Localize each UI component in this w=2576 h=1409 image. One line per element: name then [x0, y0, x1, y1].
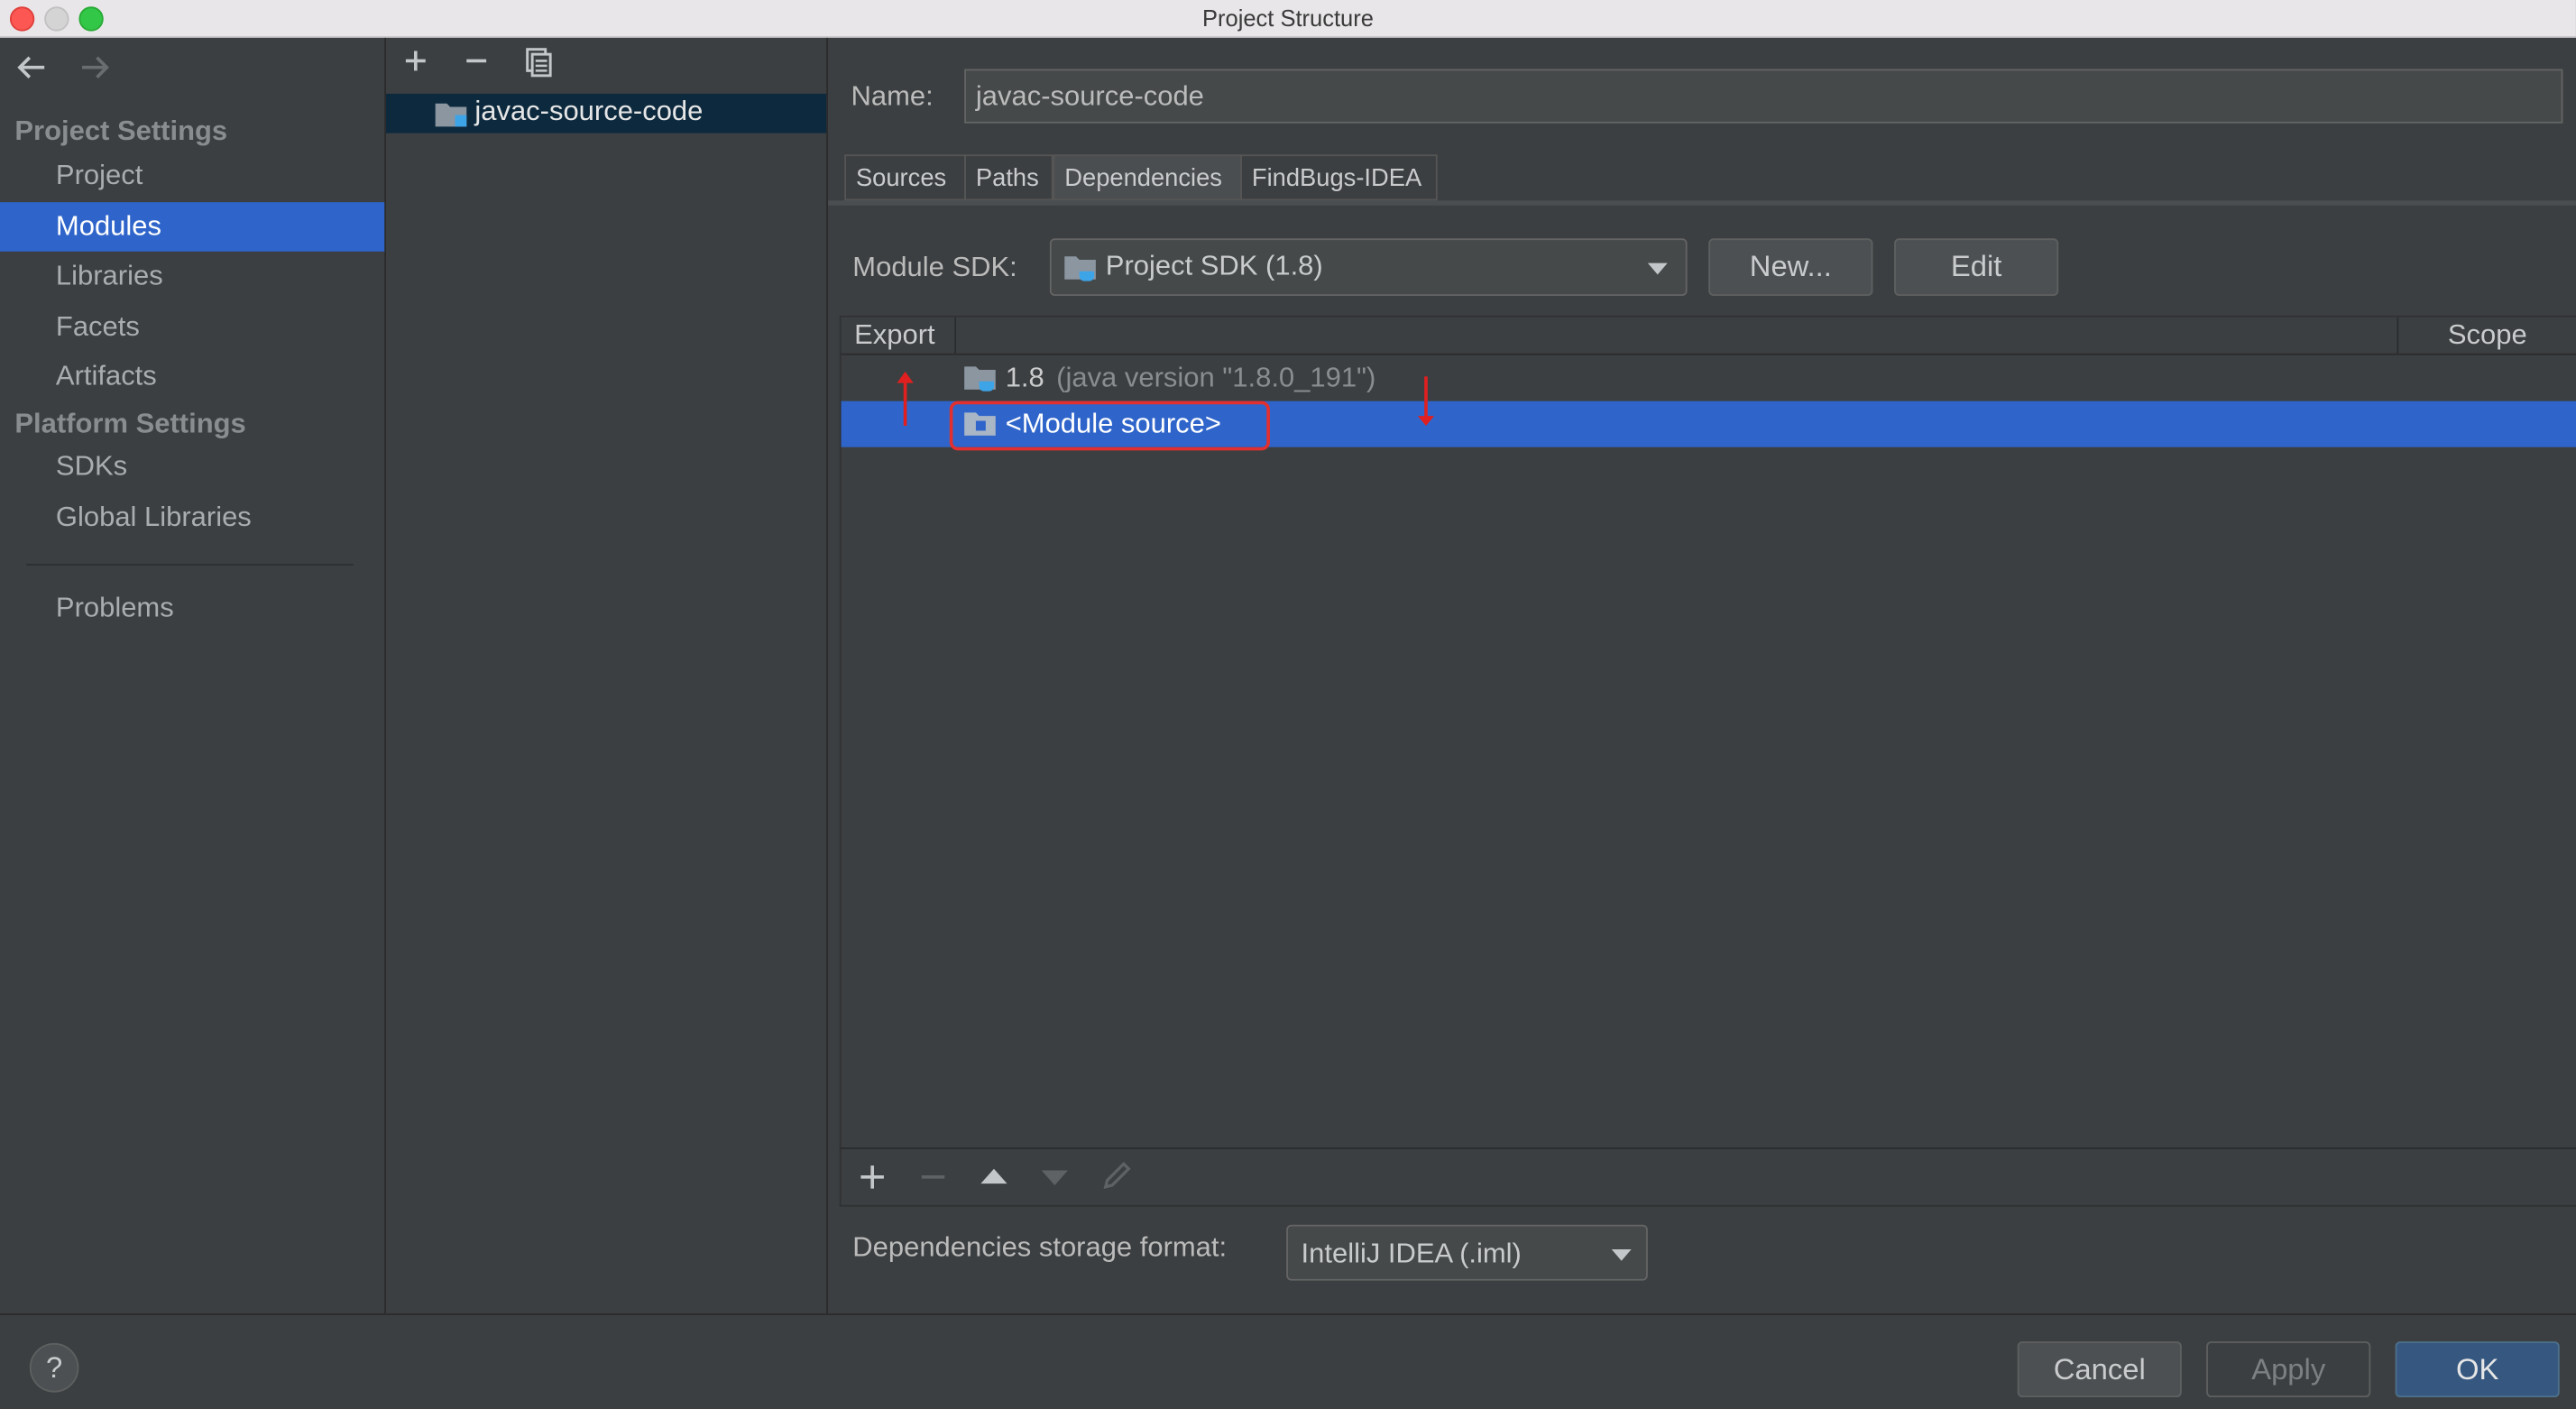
tree-item-label: javac-source-code [474, 95, 704, 127]
dependencies-toolbar [839, 1147, 2576, 1207]
nav-item-project[interactable]: Project [0, 152, 384, 201]
table-header: Export Scope [841, 317, 2576, 355]
column-export[interactable]: Export [854, 319, 935, 352]
copy-module-button[interactable] [524, 46, 554, 78]
storage-format-label: Dependencies storage format: [852, 1230, 1228, 1263]
move-up-button[interactable] [980, 1165, 1009, 1189]
sdk-folder-icon [962, 362, 998, 394]
edit-dependency-button[interactable] [1102, 1161, 1132, 1191]
platform-settings-header: Platform Settings [14, 407, 246, 439]
dependencies-table: Export Scope 1.8 (java version "1.8.0_19… [839, 315, 2576, 1151]
arrow-left-icon [17, 56, 45, 78]
column-scope[interactable]: Scope [2448, 319, 2527, 352]
nav-item-global-libraries[interactable]: Global Libraries [0, 493, 384, 543]
tabs-underline [827, 200, 2576, 206]
project-settings-header: Project Settings [14, 115, 228, 147]
plus-icon [405, 51, 426, 71]
ok-button[interactable]: OK [2395, 1341, 2560, 1398]
column-divider [2397, 317, 2399, 354]
row-name: 1.8 [1005, 361, 1044, 393]
add-module-button[interactable] [400, 46, 430, 76]
pencil-icon [1103, 1161, 1131, 1190]
annotation-arrow-up [903, 378, 907, 427]
copy-icon [526, 48, 552, 78]
window-title: Project Structure [1202, 5, 1374, 32]
help-button[interactable]: ? [29, 1342, 79, 1393]
nav-item-modules[interactable]: Modules [0, 202, 385, 252]
arrow-right-icon [82, 56, 109, 78]
nav-item-facets[interactable]: Facets [0, 302, 384, 352]
storage-format-value: IntelliJ IDEA (.iml) [1301, 1238, 1522, 1269]
annotation-arrow-down [1424, 376, 1428, 419]
sdk-value: Project SDK (1.8) [1105, 250, 1323, 281]
name-label: Name: [851, 80, 934, 112]
column-divider [954, 317, 957, 354]
table-row[interactable]: 1.8 (java version "1.8.0_191") [842, 355, 2576, 401]
annotation-highlight-box [949, 401, 1270, 451]
nav-item-artifacts[interactable]: Artifacts [0, 352, 384, 401]
title-bar: Project Structure [0, 0, 2576, 38]
module-sdk-label: Module SDK: [852, 251, 1017, 283]
settings-sidebar: Project Settings Project Modules Librari… [0, 37, 387, 1314]
tree-item-module[interactable]: javac-source-code [386, 93, 827, 134]
tab-dependencies[interactable]: Dependencies [1053, 154, 1242, 201]
minus-icon [921, 1175, 945, 1179]
tab-paths[interactable]: Paths [964, 154, 1053, 201]
module-settings-pane: Name: javac-source-code Sources Paths De… [827, 37, 2576, 1314]
annotation-arrowhead-down [1417, 416, 1435, 427]
tab-sources[interactable]: Sources [844, 154, 966, 201]
nav-item-problems[interactable]: Problems [0, 584, 384, 633]
chevron-down-icon [1646, 262, 1669, 276]
row-detail: (java version "1.8.0_191") [1056, 361, 1376, 393]
modules-tree-pane: javac-source-code [386, 37, 828, 1314]
dialog-footer: ? Cancel Apply OK [0, 1313, 2576, 1409]
annotation-arrowhead-up [897, 371, 914, 383]
nav-item-sdks[interactable]: SDKs [0, 442, 384, 492]
chevron-down-icon [1610, 1248, 1633, 1262]
module-folder-icon [434, 98, 470, 128]
sdk-folder-icon [1063, 252, 1099, 284]
nav-divider [26, 564, 354, 566]
module-name-input[interactable]: javac-source-code [964, 69, 2563, 124]
triangle-up-icon [980, 1168, 1007, 1184]
apply-button[interactable]: Apply [2206, 1341, 2371, 1398]
move-down-button[interactable] [1040, 1165, 1070, 1189]
forward-button[interactable] [78, 54, 111, 80]
add-dependency-button[interactable] [858, 1162, 888, 1192]
new-sdk-button[interactable]: New... [1708, 238, 1873, 297]
tab-findbugs-idea[interactable]: FindBugs-IDEA [1240, 154, 1438, 201]
triangle-down-icon [1041, 1170, 1068, 1185]
nav-item-libraries[interactable]: Libraries [0, 252, 384, 301]
cancel-button[interactable]: Cancel [2017, 1341, 2182, 1398]
remove-module-button[interactable] [462, 46, 492, 76]
remove-dependency-button[interactable] [918, 1162, 948, 1192]
edit-sdk-button[interactable]: Edit [1894, 238, 2059, 297]
plus-icon [860, 1165, 884, 1189]
back-button[interactable] [14, 54, 47, 80]
module-sdk-dropdown[interactable]: Project SDK (1.8) [1049, 238, 1688, 297]
storage-format-dropdown[interactable]: IntelliJ IDEA (.iml) [1286, 1224, 1648, 1281]
project-structure-window: Project Structure Project Settings Proje… [0, 0, 2576, 1409]
minus-icon [466, 59, 487, 63]
